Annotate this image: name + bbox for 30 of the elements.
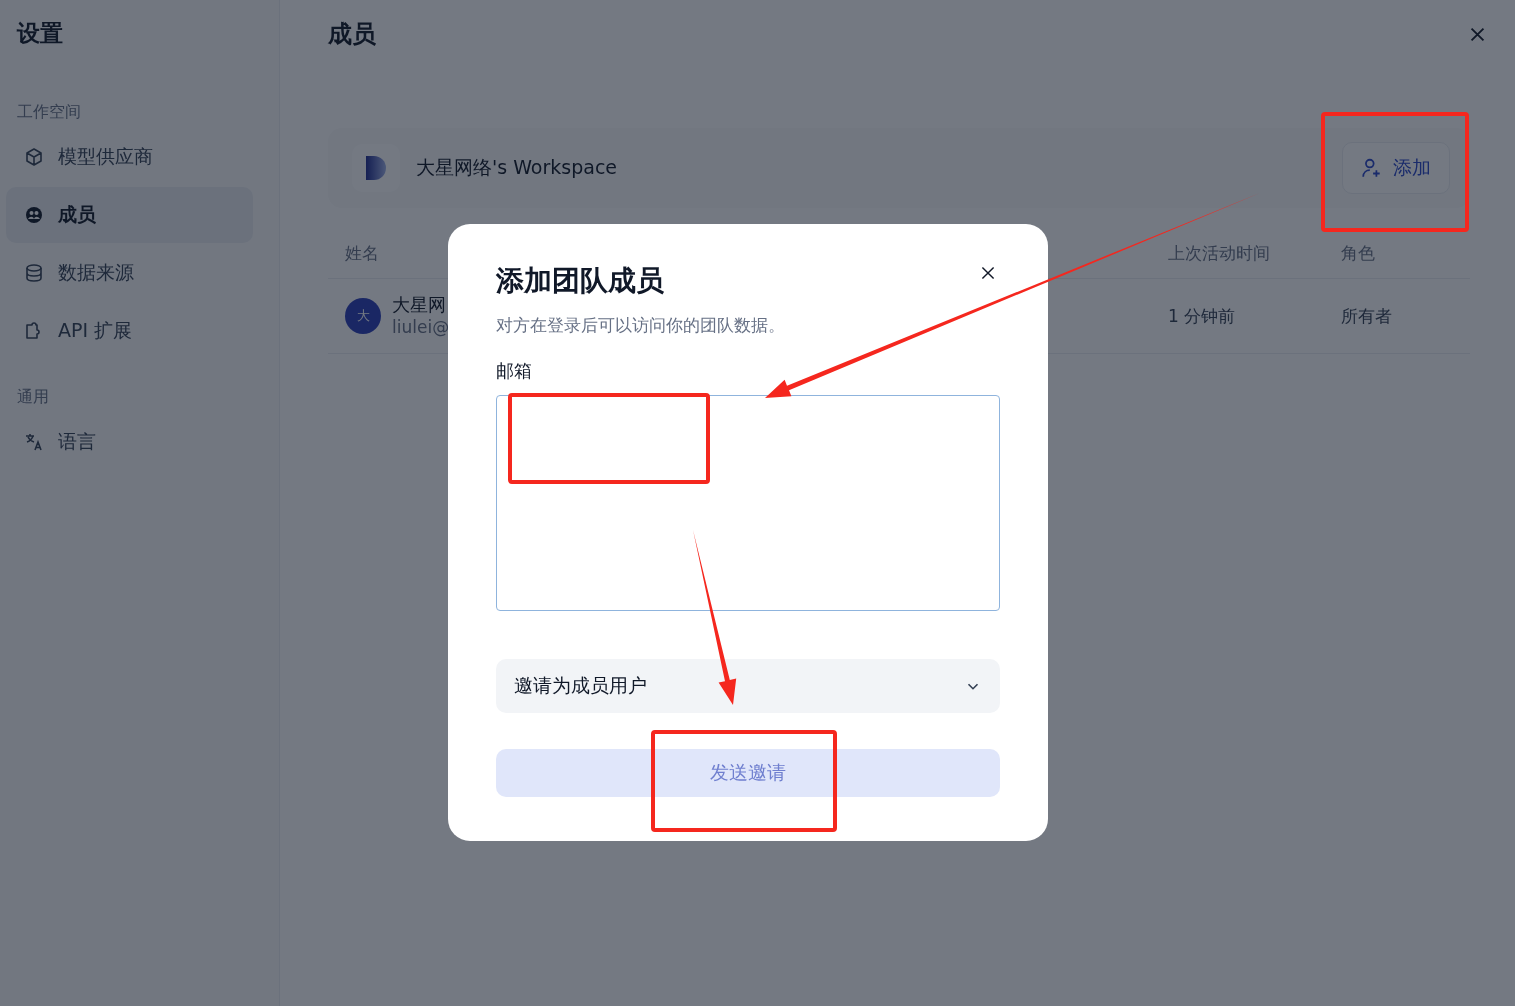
sidebar-item[interactable]: 语言 xyxy=(6,414,253,470)
section-label: 通用 xyxy=(16,387,50,408)
email-input-field[interactable] xyxy=(496,395,1000,611)
dialog-title: 添加团队成员 xyxy=(496,263,664,299)
column-header: 姓名 xyxy=(345,241,380,265)
role-select[interactable]: 邀请为成员用户 xyxy=(496,659,1000,713)
close-icon[interactable] xyxy=(980,265,996,281)
sidebar-item[interactable]: API 扩展 xyxy=(6,303,253,359)
sidebar-item[interactable]: 模型供应商 xyxy=(6,129,253,185)
cube-icon xyxy=(24,147,44,167)
dialog-description: 对方在登录后可以访问你的团队数据。 xyxy=(496,314,786,337)
member-email: liulei@ xyxy=(392,316,450,338)
sidebar-item[interactable]: 数据来源 xyxy=(6,245,253,301)
add-member-button[interactable]: 添加 xyxy=(1342,142,1450,194)
database-icon xyxy=(24,263,44,283)
members-icon xyxy=(24,205,44,225)
section-label: 工作空间 xyxy=(16,102,82,123)
person-add-icon xyxy=(1361,157,1383,179)
column-header: 上次活动时间 xyxy=(1168,241,1271,265)
translate-icon xyxy=(24,432,44,452)
role-cell-text: 所有者 xyxy=(1341,304,1393,328)
column-header: 角色 xyxy=(1341,241,1376,265)
field-label: 邮箱 xyxy=(496,359,533,383)
avatar: 大 xyxy=(345,298,381,334)
sidebar-item[interactable]: 成员 xyxy=(6,187,253,243)
workspace-name: 大星网络's Workspace xyxy=(416,155,618,180)
member-name: 大星网 xyxy=(392,294,447,316)
page-title: 成员 xyxy=(328,19,377,50)
last-active-cell-text: 1 分钟前 xyxy=(1168,304,1237,328)
sidebar-title: 设置 xyxy=(15,19,64,48)
